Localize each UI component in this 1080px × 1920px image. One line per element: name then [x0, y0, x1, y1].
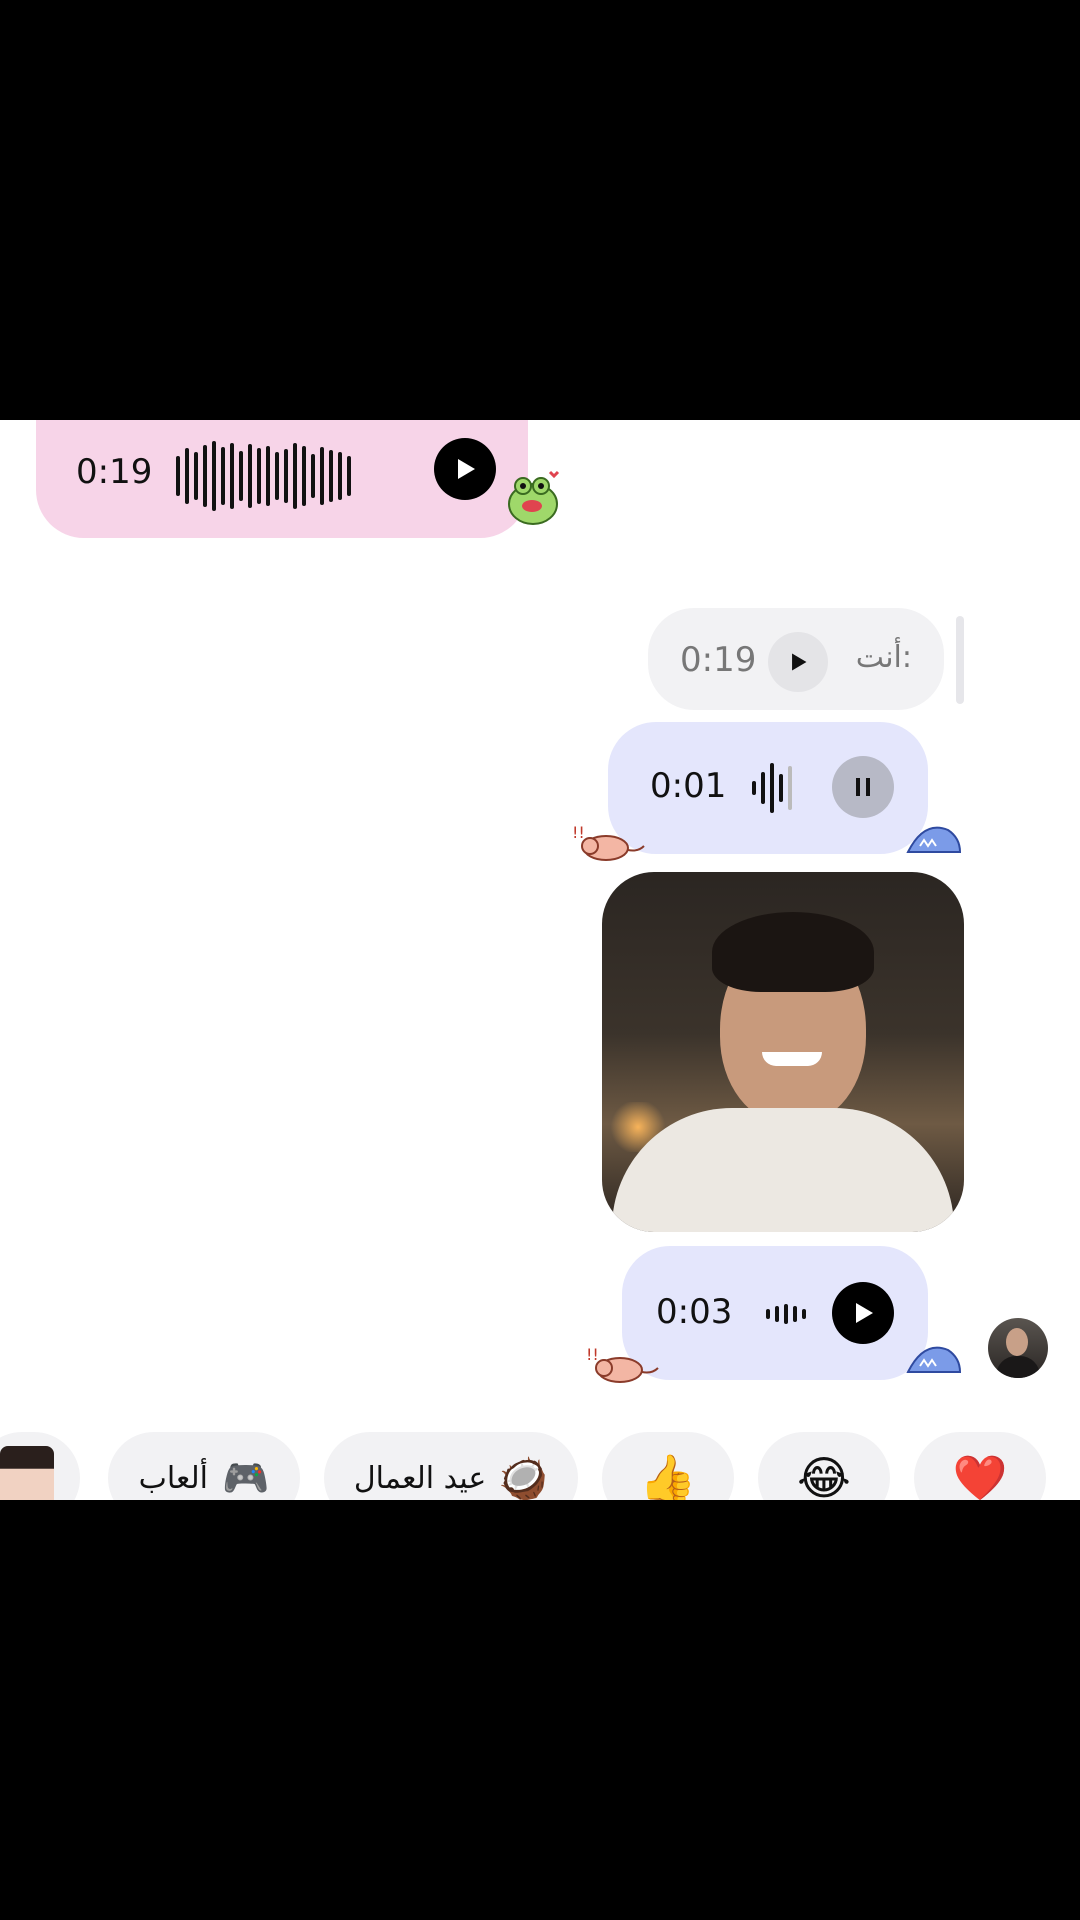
labor-day-label: عيد العمال	[353, 1460, 487, 1496]
reply-prefix: أنت:	[855, 640, 912, 675]
waveform	[766, 1302, 811, 1326]
voice-message-sent[interactable]: 0:01	[608, 722, 928, 854]
pause-icon	[856, 778, 870, 796]
svg-text:!!: !!	[572, 823, 585, 842]
play-icon	[458, 459, 475, 479]
avatar-girl	[0, 1446, 54, 1500]
chat-screen: 0:19 أنت: 0:19 0:01 !! 0:03 !! ألعاب 🎮 ع…	[0, 420, 1080, 1500]
voice-duration: 0:03	[656, 1292, 733, 1332]
shark-sticker	[904, 816, 964, 862]
play-button[interactable]	[768, 632, 828, 692]
quick-reply-avatar[interactable]	[0, 1432, 80, 1500]
avatar-face	[1006, 1328, 1028, 1356]
play-button[interactable]	[832, 1282, 894, 1344]
quick-reply-games[interactable]: ألعاب 🎮	[108, 1432, 300, 1500]
voice-message-sent[interactable]: 0:03	[622, 1246, 928, 1380]
games-label: ألعاب	[138, 1460, 208, 1496]
play-icon	[856, 1303, 873, 1323]
person-hair	[712, 912, 874, 992]
frog-sticker	[506, 468, 564, 526]
svg-text:!!: !!	[586, 1345, 599, 1364]
play-button[interactable]	[434, 438, 496, 500]
waveform	[176, 434, 356, 518]
reply-preview[interactable]: أنت: 0:19	[648, 608, 944, 710]
pig-sticker: !!	[570, 822, 652, 862]
video-message[interactable]	[602, 872, 964, 1232]
voice-message-received[interactable]: 0:19	[36, 420, 528, 538]
person-smile	[762, 1052, 822, 1066]
voice-duration: 0:01	[650, 766, 727, 806]
play-icon	[792, 653, 807, 671]
heart-icon: ❤️	[952, 1453, 1008, 1500]
quick-reply-laugh[interactable]: 😂	[758, 1432, 890, 1500]
voice-duration: 0:19	[76, 452, 153, 492]
pause-button[interactable]	[832, 756, 894, 818]
shark-sticker	[904, 1336, 964, 1382]
waveform	[752, 760, 797, 816]
reply-duration: 0:19	[680, 640, 757, 680]
coconut-icon: 🥥	[498, 1455, 549, 1501]
quick-reply-labor-day[interactable]: عيد العمال 🥥	[324, 1432, 578, 1500]
quick-reply-heart[interactable]: ❤️	[914, 1432, 1046, 1500]
gamepad-icon: 🎮	[222, 1455, 270, 1500]
laugh-icon: 😂	[797, 1451, 851, 1500]
pig-sticker: !!	[584, 1344, 666, 1384]
reply-bar	[956, 616, 964, 704]
avatar[interactable]	[988, 1318, 1048, 1378]
thumbs-up-icon: 👍	[639, 1450, 697, 1501]
avatar-body	[996, 1356, 1040, 1378]
quick-reply-thumbs-up[interactable]: 👍	[602, 1432, 734, 1500]
